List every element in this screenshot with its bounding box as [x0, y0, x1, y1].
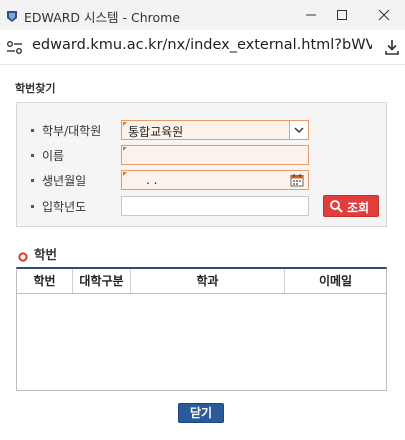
dept-select[interactable]: 통합교육원	[121, 120, 309, 140]
name-input[interactable]	[121, 145, 309, 165]
column-header-email[interactable]: 이메일	[285, 269, 386, 293]
page-title: 학번찾기	[15, 82, 56, 95]
required-marker	[123, 147, 127, 151]
bullet-icon	[31, 154, 34, 157]
birth-row: 생년월일 . .	[17, 169, 386, 191]
dept-label: 학부/대학원	[42, 124, 102, 138]
year-label: 입학년도	[42, 200, 87, 214]
bullet-icon	[31, 129, 34, 132]
birthdate-value: . .	[146, 173, 158, 187]
results-grid: 학번 대학구분 학과 이메일	[16, 267, 387, 391]
section-bullet-icon	[18, 247, 28, 262]
chevron-down-icon[interactable]	[289, 121, 308, 139]
column-header-department[interactable]: 학과	[131, 269, 285, 293]
address-bar: edward.kmu.ac.kr/nx/index_external.html?…	[0, 30, 405, 65]
url-text[interactable]: edward.kmu.ac.kr/nx/index_external.html?…	[32, 37, 372, 53]
admission-year-input[interactable]	[121, 196, 309, 216]
birth-label: 생년월일	[42, 174, 87, 188]
window-title: EDWARD 시스템 - Chrome	[24, 10, 181, 25]
column-header-college-type[interactable]: 대학구분	[73, 269, 131, 293]
column-header-student-id[interactable]: 학번	[17, 269, 73, 293]
maximize-icon[interactable]	[330, 4, 356, 26]
download-icon[interactable]	[383, 38, 401, 56]
bullet-icon	[31, 205, 34, 208]
dept-row: 학부/대학원 통합교육원	[17, 119, 386, 141]
dept-value: 통합교육원	[128, 125, 184, 139]
close-icon[interactable]	[372, 4, 398, 26]
calendar-icon[interactable]	[290, 173, 304, 187]
required-marker	[123, 122, 127, 126]
edward-app-icon	[6, 8, 18, 22]
birthdate-input[interactable]: . .	[121, 170, 309, 190]
search-icon	[329, 199, 343, 213]
site-settings-icon[interactable]	[6, 40, 24, 56]
minimize-icon[interactable]	[299, 4, 325, 26]
grid-header: 학번 대학구분 학과 이메일	[17, 269, 386, 294]
name-label: 이름	[42, 149, 65, 163]
close-button[interactable]: 닫기	[178, 403, 224, 423]
name-row: 이름	[17, 144, 386, 166]
window-title-bar: EDWARD 시스템 - Chrome	[0, 0, 405, 30]
results-title: 학번	[34, 247, 58, 262]
search-panel: 학부/대학원 통합교육원 이름 생년월일 . . 입학년도 조회	[16, 102, 387, 227]
search-button[interactable]: 조회	[323, 195, 379, 217]
required-marker	[123, 172, 127, 176]
search-button-label: 조회	[347, 201, 370, 215]
bullet-icon	[31, 179, 34, 182]
